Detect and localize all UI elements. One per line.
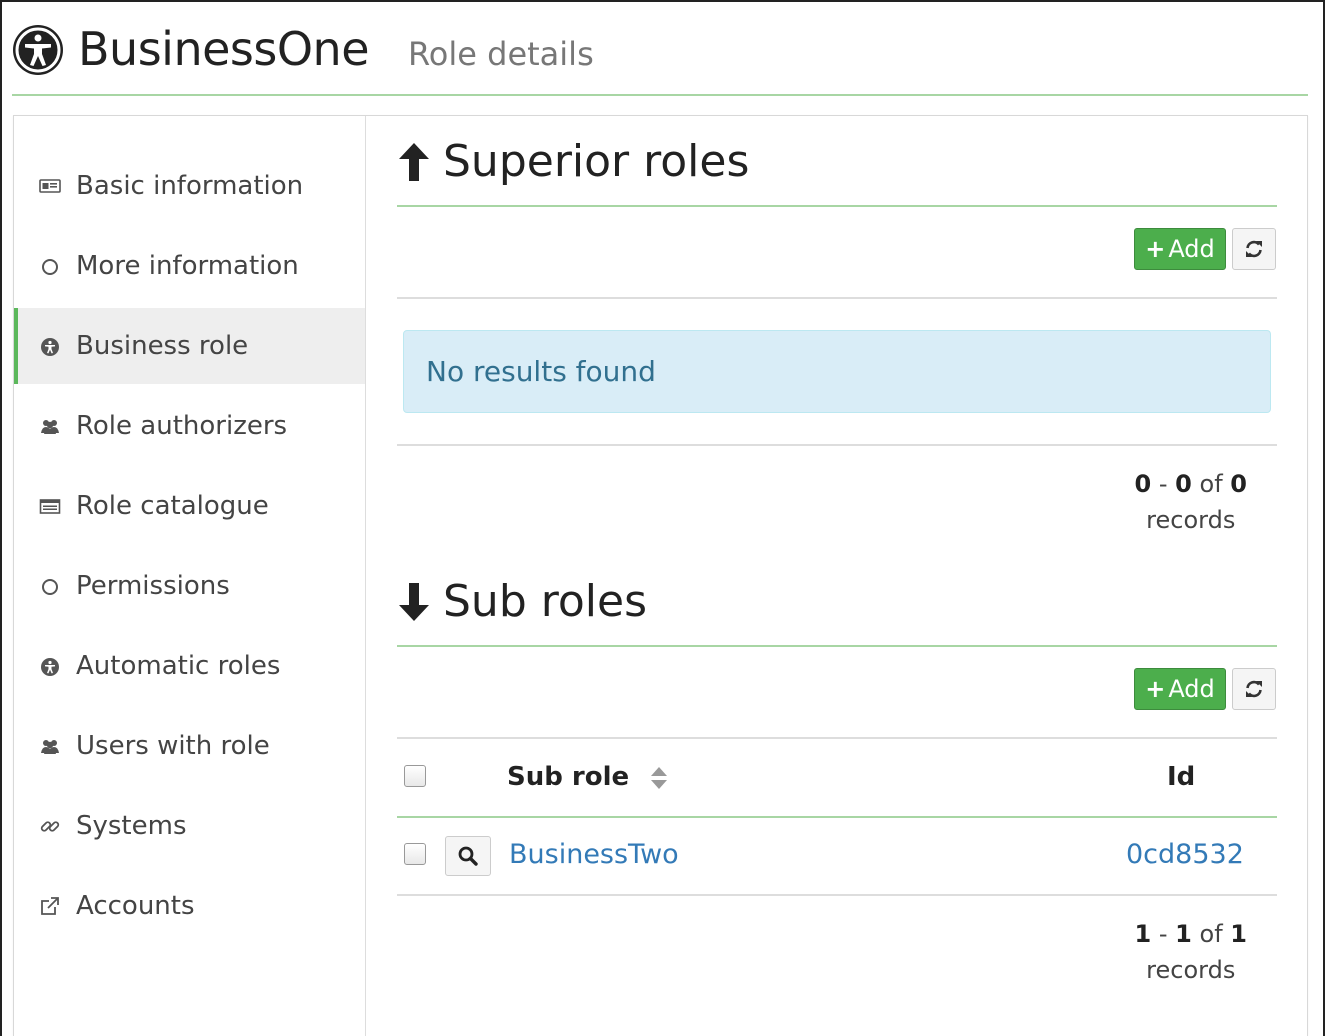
users-icon <box>38 414 62 438</box>
circle-icon <box>38 254 62 278</box>
plus-icon: + <box>1145 675 1166 703</box>
pager-from: 0 <box>1134 470 1152 498</box>
sidebar-item-label: Business role <box>76 331 249 361</box>
sidebar-item-label: Role catalogue <box>76 491 269 521</box>
pager-total: 0 <box>1230 470 1247 498</box>
divider <box>397 894 1277 896</box>
sidebar-item-label: Automatic roles <box>76 651 281 681</box>
accessibility-icon <box>38 654 62 678</box>
users-icon <box>38 734 62 758</box>
sub-role-column-label: Sub role <box>507 762 630 792</box>
refresh-icon <box>1246 680 1262 698</box>
accessibility-icon <box>38 334 62 358</box>
pager-separator: - <box>1158 470 1168 498</box>
sidebar-item-label: More information <box>76 251 299 281</box>
main-content: Superior roles + Add No results found 0 … <box>397 116 1277 1036</box>
row-detail-button[interactable] <box>445 836 491 876</box>
add-button-label: Add <box>1168 675 1215 703</box>
add-button-label: Add <box>1168 235 1215 263</box>
sidebar-item-label: Accounts <box>76 891 195 921</box>
divider <box>397 444 1277 446</box>
sidebar-nav: Basic information More information Busin… <box>14 116 366 1036</box>
sub-role-name-link[interactable]: BusinessTwo <box>509 839 679 870</box>
plus-icon: + <box>1145 235 1166 263</box>
sidebar-item-label: Basic information <box>76 171 304 201</box>
sidebar-item-label: Role authorizers <box>76 411 288 441</box>
refresh-sub-roles-button[interactable] <box>1232 668 1276 710</box>
superior-roles-pager: 0 - 0 of 0 records <box>1135 466 1247 538</box>
sub-roles-title: Sub roles <box>443 576 647 627</box>
pager-separator: - <box>1158 920 1168 948</box>
table-header-border <box>397 816 1277 818</box>
sidebar-item-users-with-role[interactable]: Users with role <box>14 708 365 784</box>
pager-to: 1 <box>1175 920 1192 948</box>
page-subtitle: Role details <box>408 35 594 73</box>
no-results-text: No results found <box>426 355 656 388</box>
sub-role-column-header[interactable]: Sub role <box>507 762 668 792</box>
external-link-icon <box>38 894 62 918</box>
pager-total: 1 <box>1230 920 1247 948</box>
table-top-border <box>397 737 1277 739</box>
sub-role-id-link[interactable]: 0cd8532 <box>1126 839 1244 870</box>
divider <box>397 297 1277 299</box>
search-icon <box>458 846 478 866</box>
pager-from: 1 <box>1134 920 1152 948</box>
pager-records-label: records <box>1146 506 1236 534</box>
id-card-icon <box>38 174 62 198</box>
sidebar-item-business-role[interactable]: Business role <box>14 308 365 384</box>
refresh-superior-roles-button[interactable] <box>1232 228 1276 270</box>
pager-of: of <box>1199 470 1223 498</box>
select-all-checkbox[interactable] <box>404 765 426 787</box>
link-icon <box>38 814 62 838</box>
accessibility-icon <box>13 25 63 75</box>
sidebar-item-label: Permissions <box>76 571 230 601</box>
sidebar-item-basic-information[interactable]: Basic information <box>14 148 365 224</box>
page-header: BusinessOne Role details <box>12 14 1308 96</box>
superior-roles-heading: Superior roles <box>397 136 749 187</box>
sidebar-item-role-catalogue[interactable]: Role catalogue <box>14 468 365 544</box>
sidebar-item-automatic-roles[interactable]: Automatic roles <box>14 628 365 704</box>
sidebar-item-more-information[interactable]: More information <box>14 228 365 304</box>
add-superior-role-button[interactable]: + Add <box>1134 228 1226 270</box>
circle-icon <box>38 574 62 598</box>
divider <box>397 205 1277 207</box>
sidebar-item-role-authorizers[interactable]: Role authorizers <box>14 388 365 464</box>
detail-panel: Basic information More information Busin… <box>13 115 1308 1036</box>
sidebar-item-label: Users with role <box>76 731 270 761</box>
sidebar-item-systems[interactable]: Systems <box>14 788 365 864</box>
sub-roles-pager: 1 - 1 of 1 records <box>1135 916 1247 988</box>
superior-roles-title: Superior roles <box>443 136 750 187</box>
pager-of: of <box>1199 920 1223 948</box>
id-column-header: Id <box>1167 762 1195 792</box>
pager-records-label: records <box>1146 956 1236 984</box>
divider <box>397 645 1277 647</box>
refresh-icon <box>1246 240 1262 258</box>
list-icon <box>38 494 62 518</box>
app-title: BusinessOne <box>78 22 370 76</box>
add-sub-role-button[interactable]: + Add <box>1134 668 1226 710</box>
arrow-down-icon <box>399 582 429 621</box>
id-column-label: Id <box>1167 762 1196 792</box>
sub-roles-heading: Sub roles <box>397 576 647 627</box>
row-select-checkbox[interactable] <box>404 843 426 865</box>
sidebar-item-accounts[interactable]: Accounts <box>14 868 365 944</box>
sidebar-item-permissions[interactable]: Permissions <box>14 548 365 624</box>
pager-to: 0 <box>1175 470 1192 498</box>
no-results-alert: No results found <box>403 330 1271 413</box>
sidebar-item-label: Systems <box>76 811 187 841</box>
arrow-up-icon <box>399 142 429 181</box>
sort-icon[interactable] <box>650 765 668 791</box>
